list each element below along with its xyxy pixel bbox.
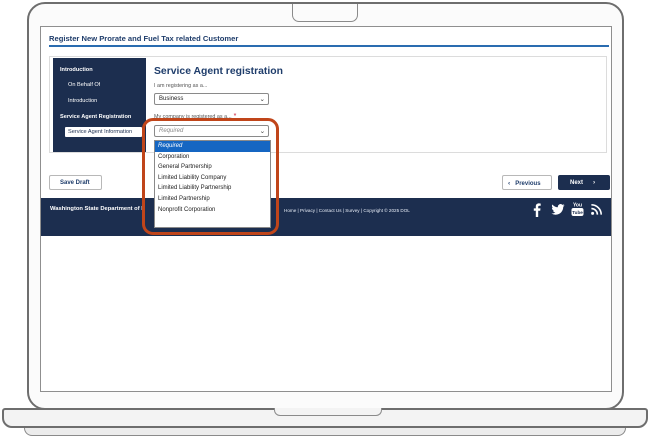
sidebar-item-service-agent-registration[interactable]: Service Agent Registration — [60, 114, 144, 120]
svg-text:Tube: Tube — [572, 210, 583, 215]
previous-button[interactable]: ‹ Previous — [502, 175, 552, 190]
twitter-icon[interactable] — [551, 204, 565, 215]
camera-notch — [292, 4, 358, 22]
footer-links[interactable]: Home | Privacy | Contact Us | Survey | C… — [284, 208, 410, 213]
highlight-annotation — [142, 118, 279, 235]
next-label: Next — [570, 180, 584, 186]
page-title: Register New Prorate and Fuel Tax relate… — [49, 34, 239, 43]
chevron-left-icon: ‹ — [508, 180, 511, 187]
laptop-screen: Register New Prorate and Fuel Tax relate… — [40, 26, 612, 392]
title-divider — [49, 45, 609, 47]
sidebar-item-introduction[interactable]: Introduction — [60, 67, 93, 73]
sidebar-nav: Introduction On Behalf Of Introduction S… — [53, 58, 146, 152]
laptop-base — [2, 408, 648, 428]
svg-text:You: You — [573, 203, 582, 209]
previous-label: Previous — [515, 181, 541, 187]
facebook-icon[interactable] — [533, 203, 541, 217]
chevron-right-icon: › — [593, 179, 596, 186]
site-footer: Washington State Department of L Home | … — [41, 198, 611, 236]
save-draft-button[interactable]: Save Draft — [49, 175, 102, 190]
chevron-down-icon: ⌄ — [259, 96, 265, 103]
registering-as-select[interactable]: Business ⌄ — [154, 93, 269, 105]
registering-as-label: I am registering as a... — [154, 83, 208, 89]
laptop-base-bottom — [24, 428, 626, 436]
youtube-icon[interactable]: You Tube — [571, 201, 584, 217]
footer-brand: Washington State Department of L — [50, 206, 145, 212]
sidebar-item-service-agent-information[interactable]: Service Agent Information — [65, 127, 142, 137]
next-button[interactable]: Next › — [558, 175, 610, 190]
registering-as-value: Business — [159, 96, 184, 102]
rss-icon[interactable] — [591, 204, 602, 215]
sidebar-item-on-behalf-of[interactable]: On Behalf Of — [68, 82, 100, 88]
laptop-mockup: Register New Prorate and Fuel Tax relate… — [0, 0, 650, 439]
trackpad-notch — [274, 408, 382, 416]
form-heading: Service Agent registration — [154, 66, 283, 77]
sidebar-item-introduction-sub[interactable]: Introduction — [68, 98, 97, 104]
